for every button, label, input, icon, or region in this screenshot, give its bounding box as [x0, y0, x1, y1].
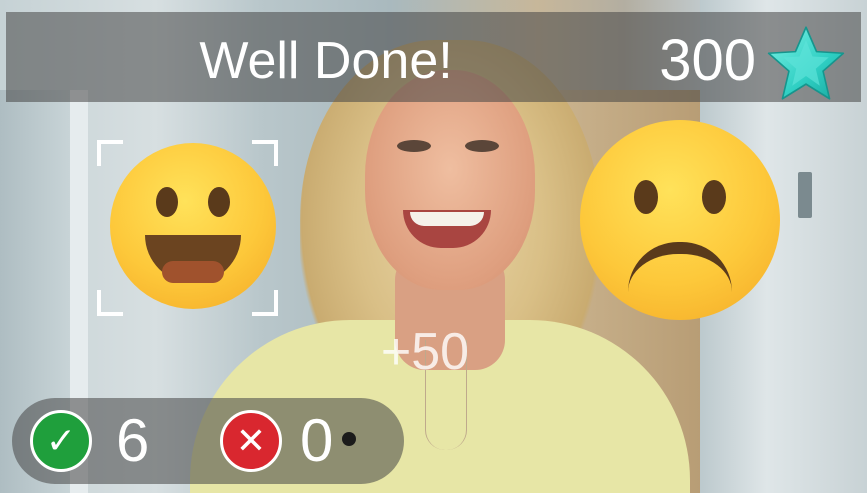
- person-face: [365, 70, 535, 290]
- sad-eye-left: [634, 180, 658, 214]
- checkmark-icon: ✓: [30, 410, 92, 472]
- correct-count: 6: [116, 407, 150, 474]
- wrong-count: 0: [300, 407, 334, 474]
- person-teeth: [410, 212, 484, 226]
- selection-corner-bottom-left: [97, 290, 123, 316]
- selection-corner-top-right: [252, 140, 278, 166]
- happy-tongue: [162, 261, 224, 283]
- feedback-title: Well Done!: [199, 32, 453, 90]
- happy-face-emoji[interactable]: [110, 143, 276, 309]
- person-eye-left: [397, 140, 431, 152]
- light-switch: [798, 172, 812, 218]
- score-value: 300: [659, 28, 756, 93]
- bonus-points: +50: [380, 323, 470, 381]
- sad-face-emoji[interactable]: [580, 120, 780, 320]
- selection-corner-bottom-right: [252, 290, 278, 316]
- star-icon: [767, 26, 845, 100]
- cross-icon: ✕: [220, 410, 282, 472]
- selection-corner-top-left: [97, 140, 123, 166]
- sad-mouth: [628, 242, 732, 292]
- lapel-microphone: [342, 432, 356, 446]
- sad-eye-right: [702, 180, 726, 214]
- person-eye-right: [465, 140, 499, 152]
- happy-eye-left: [156, 187, 178, 217]
- happy-eye-right: [208, 187, 230, 217]
- top-bar: Well Done! 300: [6, 12, 861, 102]
